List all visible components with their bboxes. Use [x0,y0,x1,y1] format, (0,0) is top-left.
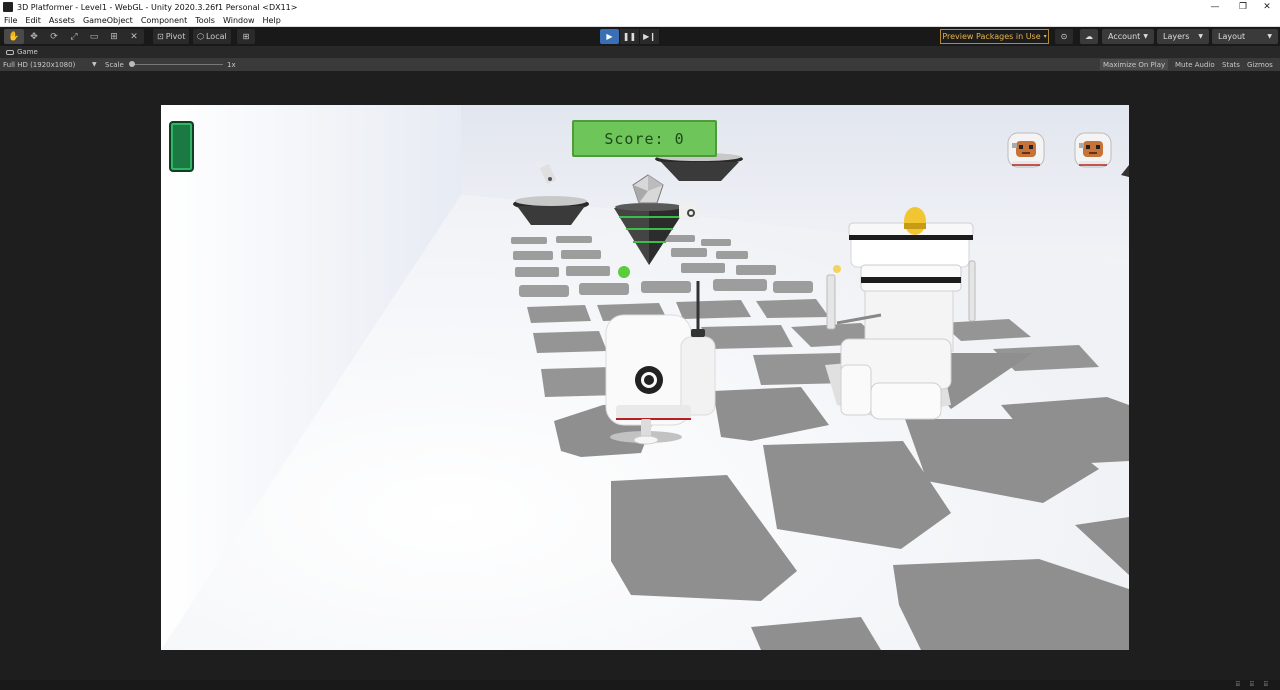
close-button[interactable]: ✕ [1252,0,1280,14]
custom-tool-icon[interactable]: ✕ [124,29,144,44]
game-view[interactable]: Score: 0 [161,105,1129,650]
tab-game-label: Game [17,48,38,56]
account-label: Account [1108,32,1141,41]
pivot-label: Pivot [165,32,186,41]
menu-file[interactable]: File [4,16,17,25]
mute-audio-toggle[interactable]: Mute Audio [1172,59,1218,70]
local-toggle[interactable]: ⬡ Local [193,29,231,44]
life-icon [1007,132,1045,168]
maximize-on-play-toggle[interactable]: Maximize On Play [1100,59,1169,70]
preview-packages-button[interactable]: Preview Packages in Use ▾ [940,29,1049,44]
status-icon-3[interactable]: ⌸ [1264,680,1268,689]
rotate-tool-icon[interactable]: ⟳ [44,29,64,44]
layers-dropdown[interactable]: Layers ▼ [1157,29,1209,44]
layers-caret-icon: ▼ [1198,33,1203,40]
step-button[interactable]: ▶❙ [640,29,659,44]
menu-tools[interactable]: Tools [195,16,215,25]
unity-logo-icon [3,2,13,12]
menu-gameobject[interactable]: GameObject [83,16,133,25]
score-display: Score: 0 [572,120,717,157]
transform-tool-icon[interactable]: ⊞ [104,29,124,44]
menu-component[interactable]: Component [141,16,187,25]
resolution-label: Full HD (1920x1080) [3,60,76,69]
cloud-icon[interactable]: ☁ [1080,29,1098,44]
menu-edit[interactable]: Edit [25,16,41,25]
status-bar: ⌸ ⌸ ⌸ [0,680,1280,690]
tab-game[interactable]: Game [2,46,42,58]
scale-slider-thumb[interactable] [129,61,135,67]
green-coin [618,266,630,278]
gizmos-toggle[interactable]: Gizmos [1244,59,1276,70]
rect-tool-icon[interactable]: ▭ [84,29,104,44]
layout-caret-icon: ▼ [1267,33,1272,40]
pivot-toggle[interactable]: ⊡ Pivot [153,29,190,44]
scale-slider-track[interactable] [131,64,223,65]
preview-packages-label: Preview Packages in Use [942,32,1041,41]
preview-packages-caret-icon: ▾ [1043,33,1047,40]
pivot-icon: ⊡ [157,32,164,41]
status-icon-2[interactable]: ⌸ [1250,680,1254,689]
tab-bar: Game [0,46,1280,58]
game-options-bar: Full HD (1920x1080) ▼ Scale 1x Maximize … [0,58,1280,71]
account-caret-icon: ▼ [1143,33,1148,40]
play-button[interactable]: ▶ [600,29,619,44]
resolution-dropdown[interactable]: Full HD (1920x1080) [3,58,75,71]
move-tool-icon[interactable]: ✥ [24,29,44,44]
game-scene [161,105,1129,650]
status-icon-1[interactable]: ⌸ [1236,680,1240,689]
health-bar [169,121,194,172]
scale-tool-icon[interactable]: ⤢ [64,29,84,44]
pause-button[interactable]: ❚❚ [620,29,639,44]
stats-toggle[interactable]: Stats [1219,59,1243,70]
menu-window[interactable]: Window [223,16,255,25]
layout-label: Layout [1218,32,1246,41]
layout-dropdown[interactable]: Layout ▼ [1212,29,1278,44]
main-toolbar: ✋ ✥ ⟳ ⤢ ▭ ⊞ ✕ ⊡ Pivot ⬡ Local ⊞ ▶ ❚❚ ▶❙ … [0,27,1280,46]
layers-label: Layers [1163,32,1190,41]
title-bar: 3D Platformer - Level1 - WebGL - Unity 2… [0,0,1280,14]
local-label: Local [205,32,227,41]
window-title: 3D Platformer - Level1 - WebGL - Unity 2… [17,2,298,12]
scale-value: 1x [227,60,236,69]
local-icon: ⬡ [197,32,204,41]
menu-help[interactable]: Help [263,16,281,25]
life-icon-2 [1074,132,1112,168]
collab-icon[interactable]: ⊙ [1055,29,1073,44]
account-dropdown[interactable]: Account ▼ [1102,29,1154,44]
resolution-caret-icon: ▼ [92,61,97,68]
hand-tool-icon[interactable]: ✋ [4,29,24,44]
grid-snap-icon: ⊞ [242,32,250,41]
gamepad-icon [6,49,14,55]
minimize-button[interactable]: — [1200,0,1230,14]
transform-tools: ✋ ✥ ⟳ ⤢ ▭ ⊞ ✕ [4,29,144,44]
scale-label: Scale [105,60,124,69]
grid-snap-button[interactable]: ⊞ [237,29,255,44]
menu-bar: File Edit Assets GameObject Component To… [0,14,1280,27]
menu-assets[interactable]: Assets [49,16,75,25]
